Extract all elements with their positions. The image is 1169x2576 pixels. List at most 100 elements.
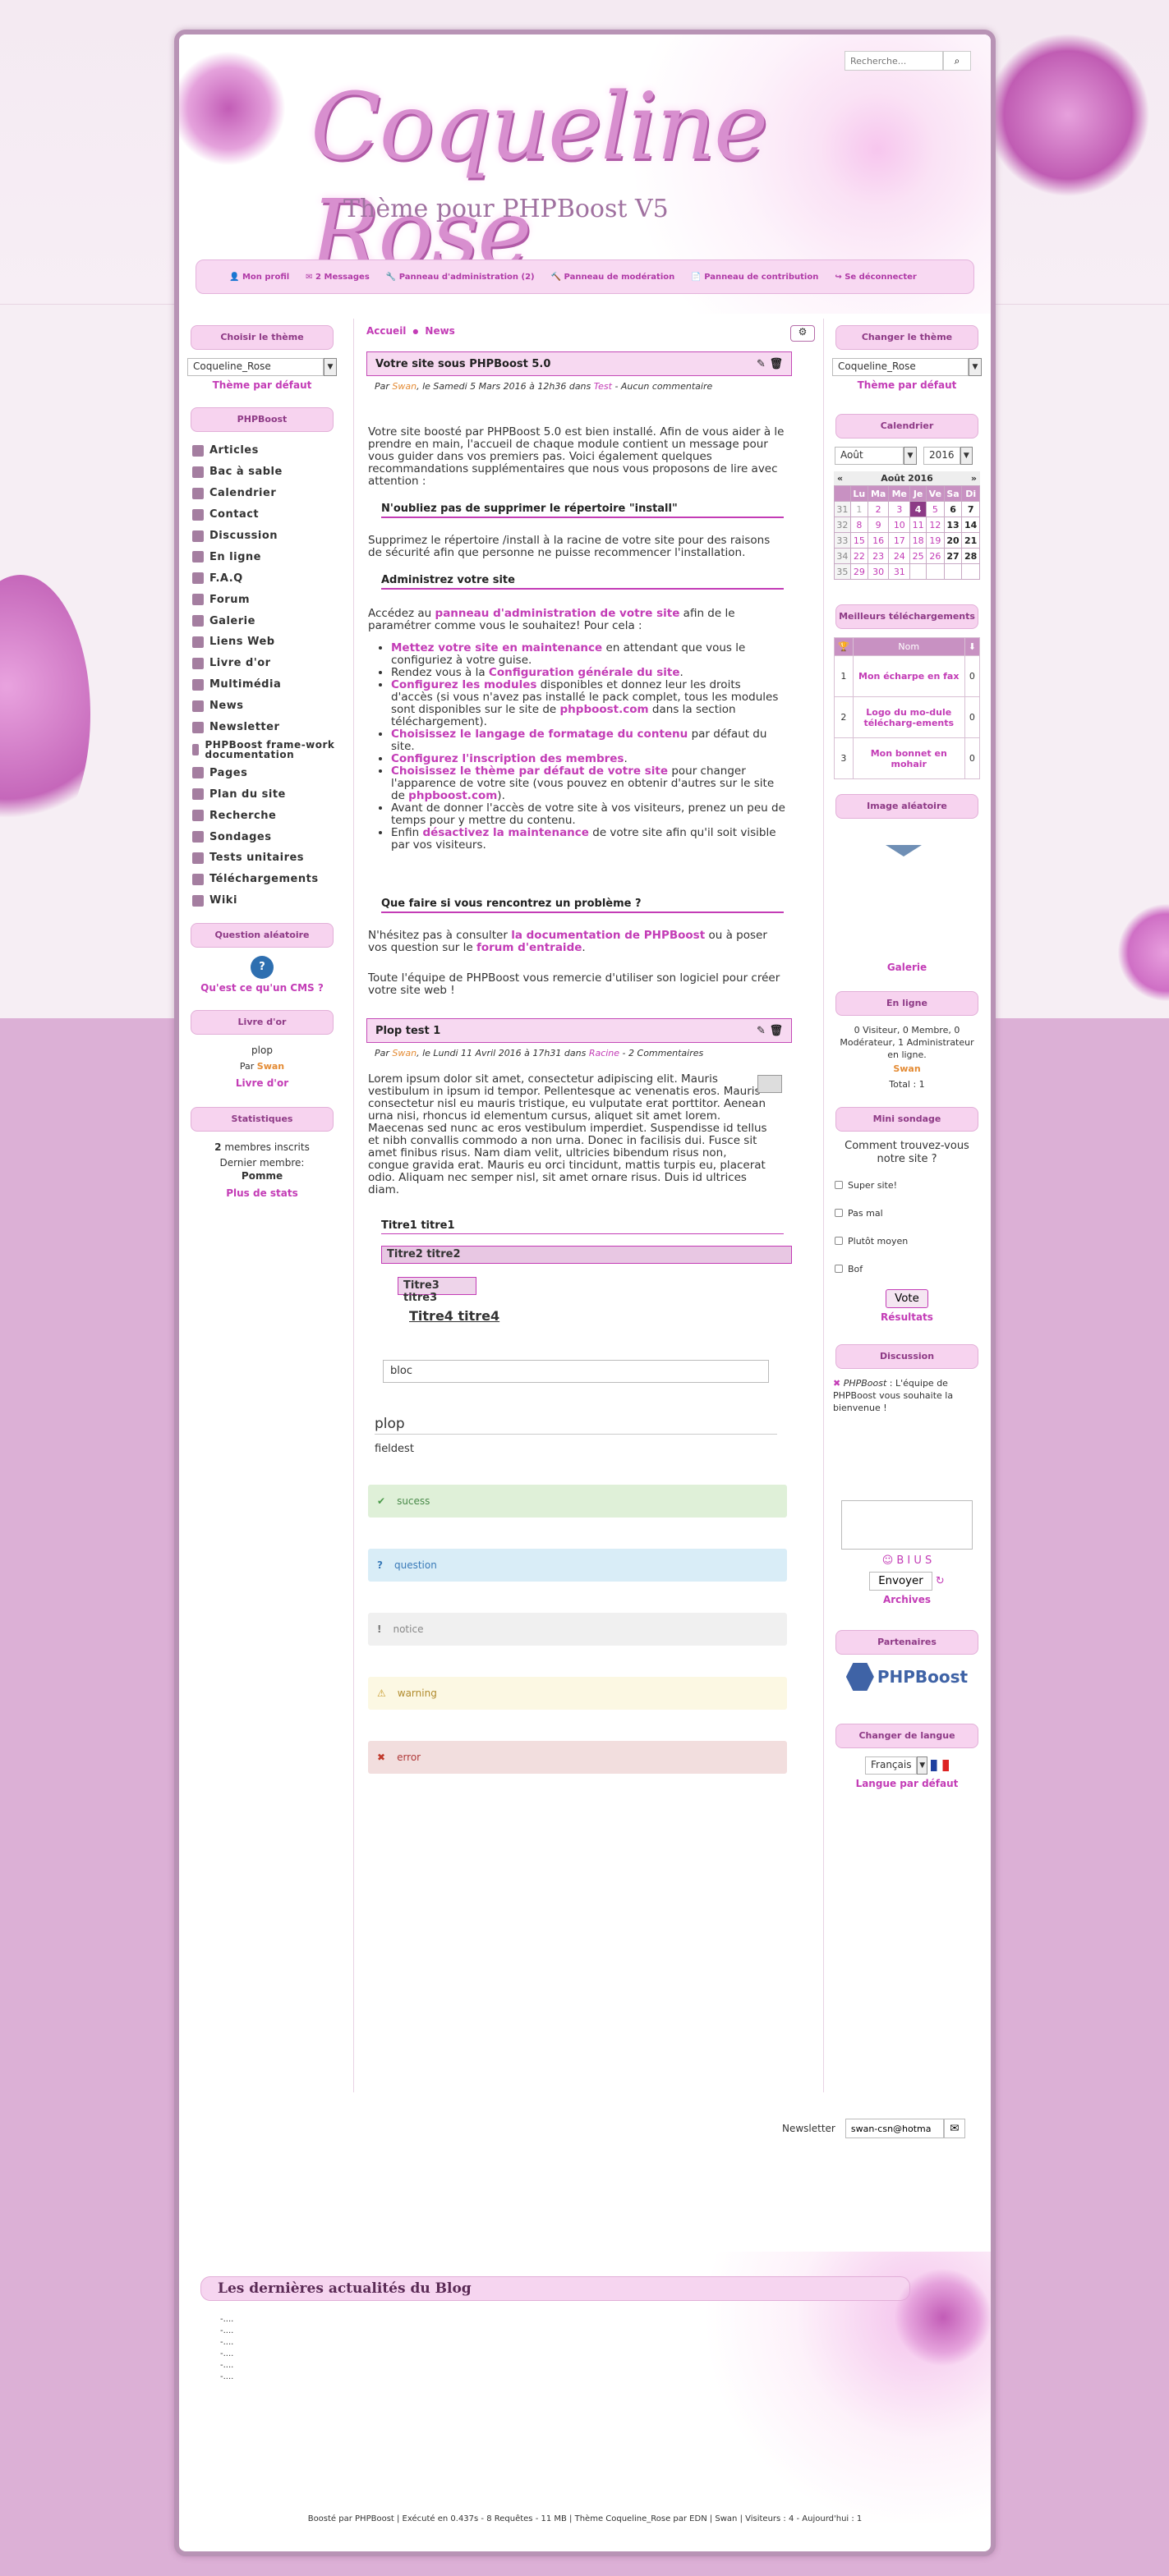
theme-select[interactable]: Coqueline_Rose ▼ bbox=[187, 358, 337, 376]
menu-item[interactable]: Galerie bbox=[192, 610, 340, 631]
stats-last-member[interactable]: Pomme bbox=[184, 1171, 340, 1181]
blog-item[interactable]: -.... bbox=[220, 2337, 233, 2349]
checkbox-icon[interactable] bbox=[835, 1181, 843, 1189]
menu-item[interactable]: Tests unitaires bbox=[192, 847, 340, 869]
refresh-icon[interactable]: ↻ bbox=[936, 1575, 945, 1587]
calendar-day[interactable]: 14 bbox=[961, 517, 980, 533]
search-button[interactable]: ⌕ bbox=[943, 51, 971, 71]
calendar-day[interactable]: 29 bbox=[849, 563, 868, 580]
calendar-day[interactable]: 22 bbox=[849, 548, 868, 564]
discussion-textarea[interactable] bbox=[841, 1500, 973, 1550]
menu-item[interactable]: Multimédia bbox=[192, 674, 340, 696]
menu-item[interactable]: PHPBoost frame-work documentation bbox=[192, 737, 340, 762]
calendar-day[interactable]: 16 bbox=[867, 532, 890, 549]
menu-item[interactable]: Liens Web bbox=[192, 631, 340, 653]
menu-item[interactable]: Bac à sable bbox=[192, 461, 340, 483]
nav-admin[interactable]: 🔧 Panneau d'administration (2) bbox=[386, 273, 535, 282]
blog-item[interactable]: -.... bbox=[220, 2314, 233, 2326]
calendar-day[interactable]: 28 bbox=[961, 548, 980, 564]
poll-option[interactable]: Bof bbox=[828, 1255, 986, 1283]
calendar-day[interactable]: 6 bbox=[943, 501, 963, 517]
menu-item[interactable]: Téléchargements bbox=[192, 869, 340, 890]
online-user[interactable]: Swan bbox=[828, 1061, 986, 1077]
delete-icon[interactable]: 🗑 bbox=[769, 358, 783, 370]
gear-icon[interactable]: ⚙ bbox=[790, 325, 815, 342]
checkbox-icon[interactable] bbox=[835, 1237, 843, 1245]
calendar-day[interactable]: 23 bbox=[867, 548, 890, 564]
calendar-day[interactable]: 25 bbox=[909, 548, 927, 564]
close-icon[interactable]: ✖ bbox=[833, 1378, 840, 1389]
gallery-link[interactable]: Galerie bbox=[828, 962, 986, 973]
menu-item[interactable]: Recherche bbox=[192, 805, 340, 826]
language-select[interactable]: Français ▼ bbox=[865, 1756, 927, 1775]
chevron-right-icon[interactable]: » bbox=[971, 473, 977, 484]
calendar-day[interactable]: 5 bbox=[926, 501, 945, 517]
menu-item[interactable]: F.A.Q bbox=[192, 567, 340, 589]
calendar-day[interactable]: 27 bbox=[943, 548, 963, 564]
theme-default-link[interactable]: Thème par défaut bbox=[828, 379, 986, 391]
calendar-day[interactable]: 2 bbox=[867, 501, 890, 517]
guestbook-author[interactable]: Swan bbox=[257, 1061, 284, 1072]
language-default-link[interactable]: Langue par défaut bbox=[828, 1778, 986, 1789]
search-input[interactable] bbox=[845, 51, 943, 71]
chevron-left-icon[interactable]: « bbox=[837, 473, 843, 484]
menu-item[interactable]: Plan du site bbox=[192, 783, 340, 805]
calendar-day[interactable]: 10 bbox=[888, 517, 911, 533]
menu-item[interactable]: Discussion bbox=[192, 526, 340, 547]
edit-icon[interactable]: ✎ bbox=[757, 358, 766, 370]
menu-item[interactable]: Sondages bbox=[192, 826, 340, 847]
menu-item[interactable]: Contact bbox=[192, 504, 340, 526]
calendar-day[interactable]: 20 bbox=[943, 532, 963, 549]
calendar-day[interactable]: 9 bbox=[867, 517, 890, 533]
article-title[interactable]: Votre site sous PHPBoost 5.0 bbox=[375, 358, 550, 370]
blog-item[interactable]: -.... bbox=[220, 2326, 233, 2337]
article-title[interactable]: Plop test 1 bbox=[375, 1025, 440, 1037]
checkbox-icon[interactable] bbox=[835, 1209, 843, 1217]
menu-item[interactable]: News bbox=[192, 696, 340, 717]
calendar-day[interactable]: 31 bbox=[888, 563, 911, 580]
poll-results-link[interactable]: Résultats bbox=[828, 1311, 986, 1323]
calendar-day[interactable]: 7 bbox=[961, 501, 980, 517]
poll-option[interactable]: Pas mal bbox=[828, 1199, 986, 1227]
calendar-month-select[interactable]: Août ▼ bbox=[835, 447, 917, 465]
calendar-day[interactable]: 3 bbox=[888, 501, 911, 517]
theme-select[interactable]: Coqueline_Rose ▼ bbox=[832, 358, 982, 376]
nav-messages[interactable]: ✉ 2 Messages bbox=[306, 273, 370, 282]
calendar-day[interactable] bbox=[909, 563, 927, 580]
poll-option[interactable]: Super site! bbox=[828, 1171, 986, 1199]
edit-icon[interactable]: ✎ bbox=[757, 1025, 766, 1037]
calendar-day[interactable]: 21 bbox=[961, 532, 980, 549]
calendar-day[interactable]: 12 bbox=[926, 517, 945, 533]
calendar-day[interactable]: 1 bbox=[849, 501, 868, 517]
calendar-day[interactable]: 11 bbox=[909, 517, 927, 533]
poll-vote-button[interactable]: Vote bbox=[886, 1289, 928, 1308]
calendar-day[interactable]: 8 bbox=[849, 517, 868, 533]
send-button[interactable]: Envoyer bbox=[869, 1572, 932, 1591]
calendar-day[interactable] bbox=[961, 563, 980, 580]
download-link[interactable]: Logo du mo-dule télécharg-ements bbox=[852, 696, 965, 738]
stats-more-link[interactable]: Plus de stats bbox=[184, 1187, 340, 1199]
calendar-day[interactable]: 18 bbox=[909, 532, 927, 549]
random-image[interactable] bbox=[828, 827, 986, 958]
blog-item[interactable]: -.... bbox=[220, 2372, 233, 2383]
menu-item[interactable]: En ligne bbox=[192, 546, 340, 567]
poll-option[interactable]: Plutôt moyen bbox=[828, 1227, 986, 1255]
delete-icon[interactable]: 🗑 bbox=[769, 1025, 783, 1037]
calendar-day[interactable]: 4 bbox=[909, 501, 927, 517]
download-link[interactable]: Mon bonnet en mohair bbox=[852, 737, 965, 779]
formatting-toolbar[interactable]: ☺ B I U S bbox=[828, 1554, 986, 1567]
calendar-day[interactable]: 24 bbox=[888, 548, 911, 564]
calendar-day[interactable]: 15 bbox=[849, 532, 868, 549]
blog-item[interactable]: -.... bbox=[220, 2360, 233, 2372]
question-link[interactable]: Qu'est ce qu'un CMS ? bbox=[184, 982, 340, 994]
calendar-day[interactable] bbox=[926, 563, 945, 580]
partner-logo[interactable]: PHPBoost bbox=[828, 1663, 986, 1691]
archives-link[interactable]: Archives bbox=[828, 1594, 986, 1605]
breadcrumb-news[interactable]: News bbox=[425, 325, 454, 337]
menu-item[interactable]: Forum bbox=[192, 589, 340, 610]
calendar-year-select[interactable]: 2016 ▼ bbox=[923, 447, 973, 465]
blog-item[interactable]: -.... bbox=[220, 2349, 233, 2360]
nav-moderation[interactable]: 🔨 Panneau de modération bbox=[551, 273, 675, 282]
menu-item[interactable]: Articles bbox=[192, 440, 340, 461]
calendar-day[interactable]: 19 bbox=[926, 532, 945, 549]
